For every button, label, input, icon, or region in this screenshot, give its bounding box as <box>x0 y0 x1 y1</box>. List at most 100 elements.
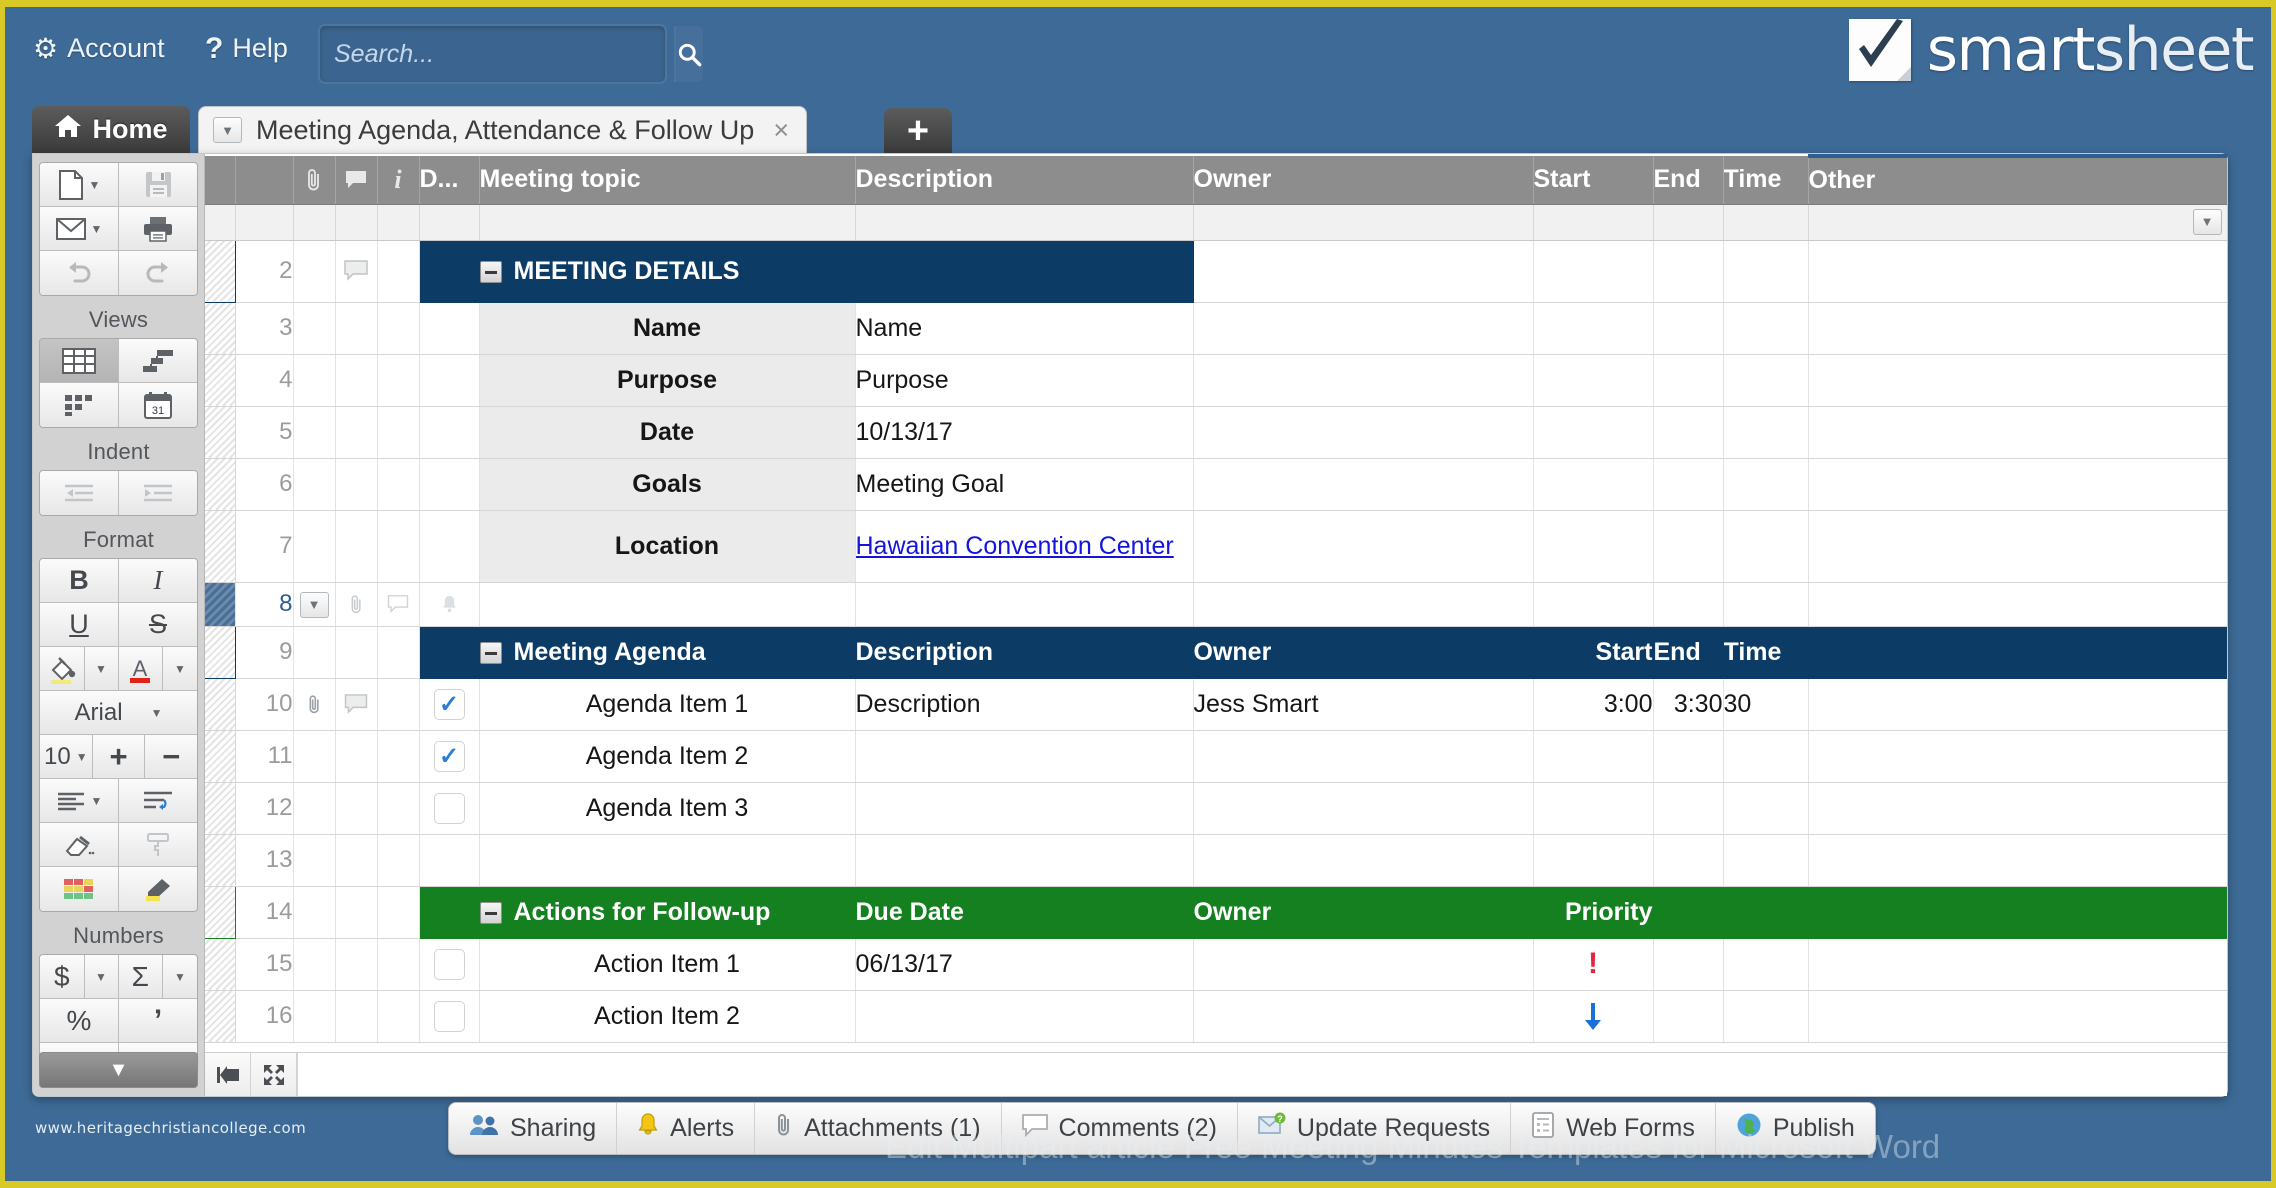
search-button[interactable] <box>674 26 703 82</box>
row-gutter[interactable] <box>205 938 236 991</box>
sharing-button[interactable]: Sharing <box>449 1103 618 1154</box>
row-attachment-cell[interactable] <box>293 458 336 511</box>
search-box[interactable] <box>318 24 703 84</box>
done-checkbox[interactable]: ✓ <box>433 792 465 824</box>
detail-value-cell[interactable]: Hawaiian Convention Center <box>855 510 1194 583</box>
row-info-cell[interactable] <box>377 354 420 407</box>
row-time-cell[interactable] <box>1723 834 1809 887</box>
detail-value-cell[interactable]: 10/13/17 <box>855 406 1194 459</box>
location-link[interactable]: Hawaiian Convention Center <box>856 532 1174 560</box>
done-checkbox-cell[interactable]: ✓ <box>419 782 480 835</box>
row-owner-cell[interactable] <box>1193 782 1534 835</box>
row-time-cell[interactable] <box>1723 406 1809 459</box>
row-topic-cell[interactable]: Agenda Item 1 <box>479 678 856 731</box>
done-checkbox-cell[interactable]: ✓ <box>419 990 480 1043</box>
row-comment-cell[interactable] <box>335 354 378 407</box>
row-info-cell[interactable] <box>377 240 420 303</box>
row-other-cell[interactable] <box>1808 938 2227 991</box>
row-end-cell[interactable] <box>1653 834 1724 887</box>
col-time[interactable]: Time <box>1723 156 1809 205</box>
collapse-icon[interactable] <box>479 901 502 924</box>
row-duedate-cell[interactable] <box>855 990 1194 1043</box>
section-header-desc[interactable]: Description <box>855 626 1194 679</box>
close-icon[interactable]: × <box>768 115 794 146</box>
highlighter-button[interactable] <box>119 867 197 911</box>
row-end-cell[interactable] <box>1653 782 1724 835</box>
row-info-cell[interactable] <box>377 510 420 583</box>
row-desc-cell[interactable] <box>855 834 1194 887</box>
toolbar-expand-button[interactable]: ▼ <box>39 1052 198 1088</box>
row-info-cell[interactable] <box>377 626 420 679</box>
table-row[interactable]: 3 Name Name <box>205 302 2227 355</box>
row-start-cell[interactable] <box>1533 834 1654 887</box>
row-gutter[interactable] <box>205 886 236 939</box>
section-header-owner[interactable]: Owner <box>1193 626 1534 679</box>
fill-color-button[interactable] <box>40 647 85 691</box>
currency-format-button[interactable]: $ <box>40 955 85 999</box>
table-row[interactable]: 11 ✓ Agenda Item 2 <box>205 730 2227 783</box>
row-menu-cell[interactable]: ▼ <box>293 582 336 627</box>
col-other[interactable]: Other <box>1808 154 2227 205</box>
row-end-cell[interactable] <box>1653 938 1724 991</box>
row-desc-cell[interactable] <box>855 240 1194 303</box>
section-title-cell[interactable]: Meeting Agenda <box>479 626 856 679</box>
section-title-cell[interactable]: Actions for Follow-up <box>479 886 856 939</box>
row-reminder-cell[interactable] <box>419 582 480 627</box>
row-attachment-cell[interactable] <box>335 582 378 627</box>
help-button[interactable]: ? Help <box>205 33 288 64</box>
row-attachment-cell[interactable] <box>293 678 336 731</box>
table-row[interactable]: 16 ✓ Action Item 2 <box>205 990 2227 1043</box>
row-attachment-cell[interactable] <box>293 510 336 583</box>
percent-format-button[interactable]: % <box>40 999 119 1043</box>
row-owner-cell[interactable] <box>1193 406 1534 459</box>
print-button[interactable] <box>119 207 197 251</box>
row-gutter[interactable] <box>205 730 236 783</box>
row-end-cell[interactable] <box>1653 730 1724 783</box>
section-header-end[interactable] <box>1653 886 1724 939</box>
detail-label-cell[interactable]: Goals <box>479 458 856 511</box>
row-attachment-cell[interactable] <box>293 990 336 1043</box>
row-time-cell[interactable] <box>1723 510 1809 583</box>
row-gutter[interactable] <box>205 458 236 511</box>
row-done-cell[interactable] <box>419 626 480 679</box>
row-topic-cell[interactable]: Agenda Item 2 <box>479 730 856 783</box>
section-header-end[interactable]: End <box>1653 626 1724 679</box>
font-size-select[interactable]: 10 ▼ <box>40 735 93 779</box>
row-done-cell[interactable] <box>479 582 856 627</box>
detail-value-cell[interactable]: Name <box>855 302 1194 355</box>
row-duedate-cell[interactable]: 06/13/17 <box>855 938 1194 991</box>
done-checkbox-cell[interactable]: ✓ <box>419 678 480 731</box>
row-comment-cell[interactable] <box>335 240 378 303</box>
done-checkbox-cell[interactable]: ✓ <box>419 730 480 783</box>
table-row[interactable]: 12 ✓ Agenda Item 3 <box>205 782 2227 835</box>
search-input[interactable] <box>320 26 674 82</box>
row-done-cell[interactable] <box>419 886 480 939</box>
wrap-text-button[interactable] <box>119 779 197 823</box>
row-desc-cell[interactable] <box>1193 582 1534 627</box>
new-document-button[interactable]: ▼ <box>40 163 119 207</box>
expand-view-button[interactable] <box>251 1053 297 1096</box>
section-header-owner[interactable]: Owner <box>1193 886 1534 939</box>
row-start-cell[interactable] <box>1533 510 1654 583</box>
row-owner-cell[interactable]: Jess Smart <box>1193 678 1534 731</box>
section-header-desc[interactable]: Due Date <box>855 886 1194 939</box>
row-time-cell[interactable] <box>1723 302 1809 355</box>
row-done-cell[interactable] <box>419 834 480 887</box>
row-comment-cell[interactable] <box>335 990 378 1043</box>
row-owner-cell[interactable] <box>1193 990 1534 1043</box>
row-owner-cell[interactable] <box>1193 510 1534 583</box>
table-row[interactable]: 4 Purpose Purpose <box>205 354 2227 407</box>
row-end-cell[interactable]: 3:30 <box>1653 678 1724 731</box>
table-row[interactable]: 2 MEETING DETAILS <box>205 240 2227 303</box>
col-info-icon[interactable]: i <box>377 156 420 205</box>
table-row[interactable]: 14 Actions for Follow-up Due Date Owner … <box>205 886 2227 939</box>
row-time-cell[interactable] <box>1723 730 1809 783</box>
row-end-cell[interactable] <box>1653 240 1724 303</box>
row-done-cell[interactable] <box>419 458 480 511</box>
row-attachment-cell[interactable] <box>293 626 336 679</box>
detail-value-cell[interactable]: Purpose <box>855 354 1194 407</box>
row-start-cell[interactable] <box>1533 302 1654 355</box>
done-checkbox[interactable]: ✓ <box>433 948 465 980</box>
row-menu-chevron-down-icon[interactable]: ▼ <box>299 591 329 618</box>
row-other-cell[interactable] <box>1808 834 2227 887</box>
